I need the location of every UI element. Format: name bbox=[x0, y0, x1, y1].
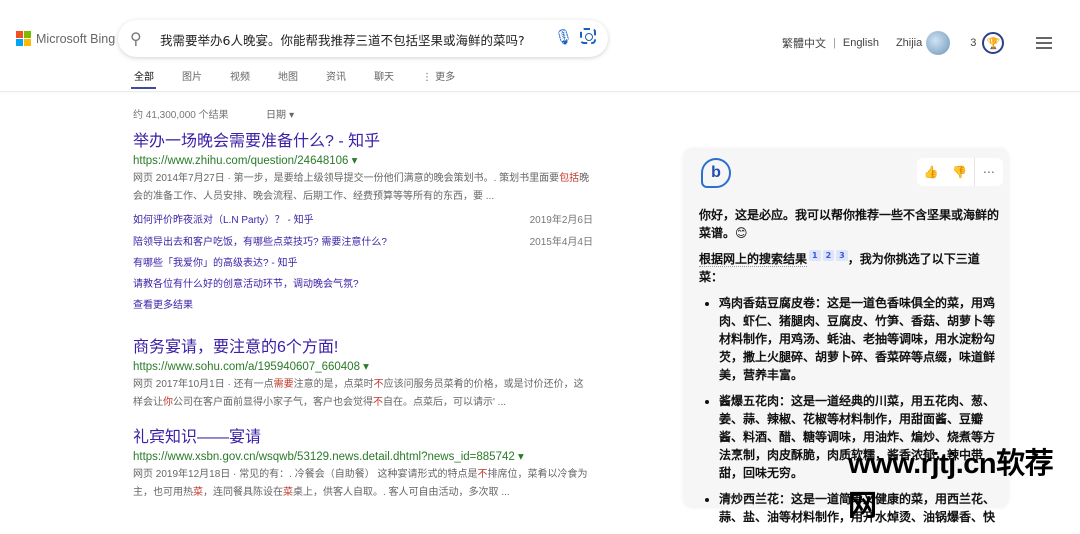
sublink-title[interactable]: 如何评价昨夜派对（L.N Party）？ - 知乎 bbox=[133, 211, 314, 226]
avatar[interactable] bbox=[926, 31, 951, 55]
sublink[interactable]: 如何评价昨夜派对（L.N Party）？ - 知乎 2019年2月6日 bbox=[133, 211, 593, 226]
result-title[interactable]: 举办一场晚会需要准备什么? - 知乎 bbox=[133, 132, 593, 152]
dish-item: 鸡肉香菇豆腐皮卷：这是一道色香味俱全的菜，用鸡肉、虾仁、猪腿肉、豆腐皮、竹笋、香… bbox=[719, 294, 999, 384]
snippet-text: 自在。点菜后，可以请示' ... bbox=[383, 397, 507, 408]
chat-intro: 根据网上的搜索结果 1 2 3 ，我为你挑选了以下三道菜： bbox=[699, 250, 999, 286]
search-result: 举办一场晚会需要准备什么? - 知乎 https://www.zhihu.com… bbox=[133, 132, 593, 206]
snippet-highlight: 不 bbox=[373, 379, 384, 390]
result-title[interactable]: 礼宾知识——宴请 bbox=[133, 428, 593, 448]
citation[interactable]: 2 bbox=[822, 250, 835, 261]
tab-chat[interactable]: 聊天 bbox=[374, 68, 422, 90]
sublink-title[interactable]: 有哪些「我爱你」的高级表达? - 知乎 bbox=[133, 254, 297, 269]
chat-greeting: 你好，这是必应。我可以帮你推荐一些不含坚果或海鲜的菜谱。😊 bbox=[699, 208, 1000, 240]
chat-intro-link[interactable]: 根据网上的搜索结果 bbox=[699, 252, 808, 267]
snippet-highlight: 不 bbox=[477, 469, 488, 480]
microsoft-logo-icon bbox=[16, 31, 31, 46]
snippet-text: 网页 2017年10月1日 · 还有一点 bbox=[133, 379, 274, 390]
search-icon[interactable]: ⚲ bbox=[130, 29, 142, 48]
search-result: 商务宴请，要注意的6个方面! https://www.sohu.com/a/19… bbox=[133, 338, 593, 412]
snippet-highlight: 需要 bbox=[273, 379, 294, 390]
tab-maps[interactable]: 地图 bbox=[278, 68, 326, 90]
result-snippet: 网页 2014年7月27日 · 第一步，是要给上级领导提交一份他们满意的晚会策划… bbox=[133, 170, 593, 206]
user-name[interactable]: Zhijia bbox=[896, 37, 922, 49]
date-filter[interactable]: 日期 ▾ bbox=[266, 106, 294, 121]
lang-english[interactable]: English bbox=[843, 37, 879, 49]
citation[interactable]: 1 bbox=[809, 250, 821, 261]
snippet-highlight: 菜 bbox=[283, 487, 293, 498]
sublink-title[interactable]: 请教各位有什么好的创意活动环节，调动晚会气氛? bbox=[133, 275, 359, 290]
sublink[interactable]: 陪领导出去和客户吃饭，有哪些点菜技巧? 需要注意什么? 2015年4月4日 bbox=[133, 233, 593, 248]
snippet-text: ，连同餐具陈设在 bbox=[203, 487, 283, 498]
trophy-icon[interactable]: 🏆 bbox=[982, 32, 1005, 54]
sublink-date: 2015年4月4日 bbox=[529, 237, 593, 248]
snippet-highlight: 菜 bbox=[193, 487, 203, 498]
result-url[interactable]: https://www.sohu.com/a/195940607_660408 … bbox=[133, 358, 593, 376]
snippet-highlight: 包括 bbox=[559, 173, 580, 184]
thumbs-up-icon[interactable]: 👍 bbox=[917, 158, 945, 186]
search-box[interactable]: ⚲ 我需要举办6人晚宴。你能帮我推荐三道不包括坚果或海鲜的菜吗? 🎙 bbox=[118, 20, 608, 57]
tab-all[interactable]: 全部 bbox=[131, 68, 182, 90]
result-url[interactable]: https://www.zhihu.com/question/24648106 … bbox=[133, 152, 593, 170]
citation[interactable]: 3 bbox=[836, 250, 848, 261]
header-right: 繁體中文 | English Zhijia 3 🏆 bbox=[782, 31, 1053, 55]
header: Microsoft Bing ⚲ 我需要举办6人晚宴。你能帮我推荐三道不包括坚果… bbox=[0, 0, 1080, 92]
tab-videos[interactable]: 视频 bbox=[230, 68, 278, 90]
lang-separator: | bbox=[833, 37, 836, 49]
logo-text: Microsoft Bing bbox=[36, 31, 116, 46]
thumbs-down-icon[interactable]: 👎 bbox=[945, 158, 973, 186]
result-snippet: 网页 2017年10月1日 · 还有一点需要注意的是，点菜时不应该问服务员菜肴的… bbox=[133, 376, 593, 412]
search-result: 礼宾知识——宴请 https://www.xsbn.gov.cn/wsqwb/5… bbox=[133, 428, 593, 502]
tab-more[interactable]: ⋮ 更多 bbox=[422, 68, 470, 90]
sublink[interactable]: 有哪些「我爱你」的高级表达? - 知乎 bbox=[133, 254, 593, 269]
feedback-buttons: 👍 👎 ⋯ bbox=[917, 158, 1003, 186]
result-snippet: 网页 2019年12月18日 · 常见的有：. 冷餐会（自助餐） 这种宴请形式的… bbox=[133, 466, 593, 502]
snippet-highlight: 不 bbox=[373, 397, 383, 408]
snippet-highlight: 你 bbox=[163, 397, 173, 408]
search-input[interactable]: 我需要举办6人晚宴。你能帮我推荐三道不包括坚果或海鲜的菜吗? bbox=[160, 30, 525, 49]
snippet-text: 网页 2014年7月27日 · 第一步，是要给上级领导提交一份他们满意的晚会策划… bbox=[133, 173, 560, 184]
more-options-icon[interactable]: ⋯ bbox=[973, 158, 1003, 186]
lang-traditional-chinese[interactable]: 繁體中文 bbox=[782, 35, 826, 51]
visual-search-icon[interactable] bbox=[580, 28, 596, 44]
snippet-text: 网页 2019年12月18日 · 常见的有：. 冷餐会（自助餐） 这种宴请形式的… bbox=[133, 469, 478, 480]
search-tabs: 全部 图片 视频 地图 资讯 聊天 ⋮ 更多 bbox=[131, 68, 470, 90]
see-more-results-link[interactable]: 查看更多结果 bbox=[133, 296, 593, 311]
snippet-text: 桌上，供客人自取。. 客人可自由活动，多次取 ... bbox=[293, 487, 510, 498]
result-title[interactable]: 商务宴请，要注意的6个方面! bbox=[133, 338, 593, 358]
hamburger-menu-icon[interactable] bbox=[1036, 34, 1053, 52]
results-count: 约 41,300,000 个结果 bbox=[133, 110, 229, 121]
sublink-title[interactable]: 查看更多结果 bbox=[133, 296, 193, 311]
microphone-icon[interactable]: 🎙 bbox=[554, 28, 573, 46]
result-url[interactable]: https://www.xsbn.gov.cn/wsqwb/53129.news… bbox=[133, 448, 593, 466]
snippet-text: 注意的是，点菜时 bbox=[293, 379, 374, 390]
sublink-title[interactable]: 陪领导出去和客户吃饭，有哪些点菜技巧? 需要注意什么? bbox=[133, 233, 387, 248]
sublink-date: 2019年2月6日 bbox=[529, 215, 593, 226]
bing-logo[interactable]: Microsoft Bing bbox=[16, 31, 115, 46]
watermark: www.rjtj.cn软荐网 bbox=[848, 448, 1054, 522]
sublink[interactable]: 请教各位有什么好的创意活动环节，调动晚会气氛? bbox=[133, 275, 593, 290]
tab-images[interactable]: 图片 bbox=[182, 68, 230, 90]
bing-chat-icon: b bbox=[701, 158, 731, 188]
tab-news[interactable]: 资讯 bbox=[326, 68, 374, 90]
snippet-text: 公司在客户面前显得小家子气，客户也会觉得 bbox=[173, 397, 373, 408]
rewards-points[interactable]: 3 bbox=[970, 37, 976, 49]
